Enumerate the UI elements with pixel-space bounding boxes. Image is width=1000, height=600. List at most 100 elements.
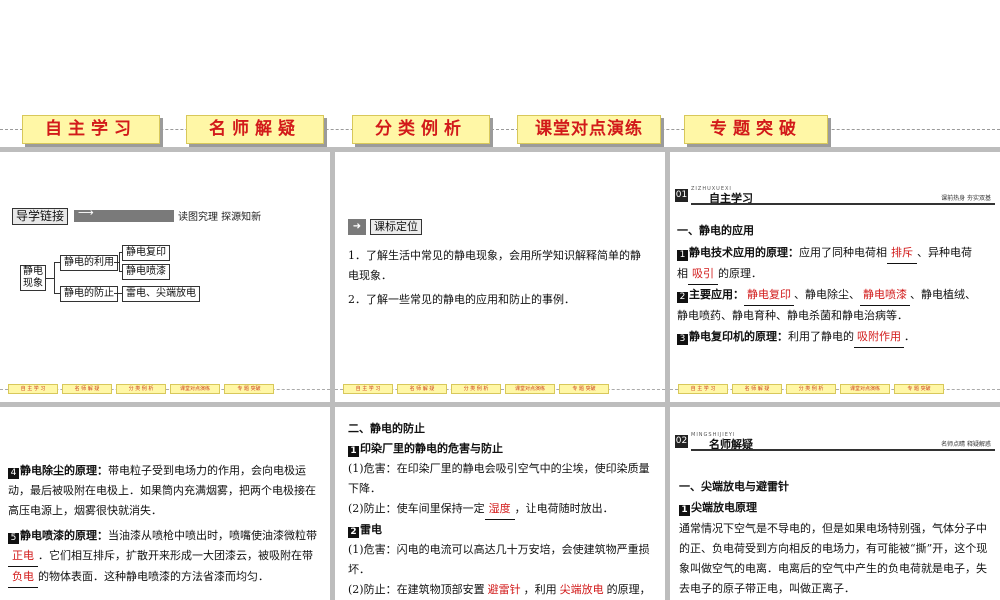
- paragraph-copier: 3 静电复印机的原理：利用了静电的 吸附作用．: [677, 327, 992, 348]
- section-heading: 二、静电的防止: [348, 422, 425, 435]
- tab-class-practice[interactable]: 课堂对点演练: [517, 115, 661, 144]
- paragraph-ionization: 通常情况下空气是不导电的，但是如果电场特别强，气体分子中的正、负电荷受到方向相反…: [679, 522, 988, 595]
- paragraph-printing-prevent: (2)防止：使车间里保持一定 湿度 ，让电荷随时放出．: [348, 499, 654, 520]
- paragraph-principle: 1 静电技术应用的原理：应用了同种电荷相 排斥 、异种电荷相吸引 的原理．: [677, 243, 992, 285]
- section-subtitle: 名师点睛 释疑解惑: [941, 441, 991, 448]
- mini-tab[interactable]: 自 主 学 习: [343, 384, 393, 394]
- answer-blank: 负电: [8, 567, 38, 588]
- mini-nav: 自 主 学 习 名 师 解 疑 分 类 例 析 课堂对点演练 专 题 突破: [0, 384, 330, 396]
- text: 应用了同种电荷相: [799, 246, 887, 259]
- paragraph-applications: 2 主要应用： 静电复印 、静电除尘、 静电喷漆 、静电植绒、 静电喷药、静电育种、静电杀菌…: [677, 285, 992, 326]
- mini-tab[interactable]: 自 主 学 习: [678, 384, 728, 394]
- section-heading: 一、静电的应用: [677, 224, 754, 237]
- objective-1: 1．了解生活中常见的静电现象，会用所学知识解释简单的静电现象．: [348, 249, 641, 282]
- mini-nav: 自 主 学 习 名 师 解 疑 分 类 例 析 课堂对点演练 专 题 突破: [335, 384, 665, 396]
- paragraph-lightning-prevent: (2)防止：在建筑物顶部安置 避雷针 ，利用 尖端放电 的原理，: [348, 580, 660, 600]
- text: ．它们相互排斥，扩散开来形成一大团漆云，被吸附在带: [38, 549, 313, 562]
- label: 静电除尘的原理：: [20, 464, 108, 477]
- answer-blank: 尖端放电: [557, 580, 607, 600]
- mini-tab[interactable]: 分 类 例 析: [451, 384, 501, 394]
- paragraph-spray-paint: 5 静电喷漆的原理：当油漆从喷枪中喷出时，喷嘴使油漆微粒带正电 ．它们相互排斥，扩散…: [8, 526, 326, 588]
- tab-examples[interactable]: 分类例析: [352, 115, 490, 144]
- text: 的原理．: [718, 267, 762, 280]
- number-2-icon: 2: [348, 527, 359, 538]
- mindmap-connector: [46, 278, 54, 279]
- paragraph-dust-removal: 4 静电除尘的原理：带电粒子受到电场力的作用，会向电极运动，最后被吸附在电极上．如…: [8, 461, 326, 521]
- text: 、静电植绒、: [910, 288, 976, 301]
- mini-tab[interactable]: 专 题 突破: [894, 384, 944, 394]
- section-rule: [691, 203, 995, 205]
- mini-tab[interactable]: 课堂对点演练: [840, 384, 890, 394]
- tab-teacher-explain[interactable]: 名师解疑: [186, 115, 324, 144]
- guide-tagline: 读图究理 探源知新: [178, 212, 262, 223]
- arrow-right-icon: ⟶: [78, 206, 94, 219]
- answer-blank: 正电: [8, 546, 38, 567]
- answer-blank: 排斥: [887, 243, 917, 264]
- mini-tab[interactable]: 课堂对点演练: [505, 384, 555, 394]
- mindmap-branch-prevent: 静电的防止: [60, 286, 118, 302]
- subheading-printing: 1 印染厂里的静电的危害与防止: [348, 439, 503, 459]
- mini-tab[interactable]: 自 主 学 习: [8, 384, 58, 394]
- label: 主要应用：: [689, 288, 744, 301]
- mindmap-root: 静电 现象: [20, 265, 46, 291]
- mindmap-connector: [54, 262, 55, 293]
- mini-tab[interactable]: 名 师 解 疑: [732, 384, 782, 394]
- mindmap-branch-use: 静电的利用: [60, 255, 118, 271]
- objective-2: 2．了解一些常见的静电的应用和防止的事例．: [348, 293, 575, 306]
- tab-self-study[interactable]: 自主学习: [22, 115, 160, 144]
- text: (2)防止：使车间里保持一定: [348, 502, 485, 515]
- text: 的物体表面．这种静电喷漆的方法省漆而均匀．: [38, 570, 269, 583]
- curriculum-label: 课标定位: [370, 219, 422, 235]
- section-number: 01: [675, 189, 688, 202]
- guide-link-badge: 导学链接: [12, 208, 68, 225]
- subheading-lightning: 2 雷电: [348, 520, 382, 540]
- label: 静电喷漆的原理：: [20, 529, 108, 542]
- text: 、静电除尘、: [794, 288, 860, 301]
- mini-tab[interactable]: 分 类 例 析: [786, 384, 836, 394]
- text: (2)防止：在建筑物顶部安置: [348, 583, 485, 596]
- section-heading: 一、尖端放电与避雷针: [679, 480, 789, 493]
- mini-tab[interactable]: 分 类 例 析: [116, 384, 166, 394]
- answer-blank: 静电喷漆: [860, 285, 910, 306]
- mini-tab[interactable]: 名 师 解 疑: [397, 384, 447, 394]
- paragraph-printing-harm: (1)危害：在印染厂里的静电会吸引空气中的尘埃，使印染质量下降．: [348, 462, 650, 495]
- section-rule: [691, 449, 995, 451]
- section-number: 02: [675, 435, 688, 448]
- answer-blank: 湿度: [484, 499, 515, 520]
- mini-tab[interactable]: 课堂对点演练: [170, 384, 220, 394]
- mindmap-connector: [119, 252, 120, 271]
- label: 静电技术应用的原理：: [689, 246, 799, 259]
- text: 的原理，: [606, 583, 651, 596]
- mini-tab[interactable]: 专 题 突破: [224, 384, 274, 394]
- section-header-self-study: 01 ZIZHUXUEXI 自主学习 课前热身 夯实双基: [675, 186, 995, 205]
- text: 相: [677, 267, 688, 280]
- text: 雷电: [360, 523, 382, 536]
- text: ，利用: [523, 583, 557, 596]
- answer-blank: 静电复印: [744, 285, 794, 306]
- answer-blank: 吸附作用: [854, 327, 904, 348]
- number-1-icon: 1: [348, 446, 359, 457]
- tab-topic-breakthrough[interactable]: 专题突破: [684, 115, 828, 144]
- text: 利用了静电的: [788, 330, 854, 343]
- paragraph-lightning-harm: (1)危害：闪电的电流可以高达几十万安培，会使建筑物严重损坏．: [348, 543, 650, 576]
- number-1-icon: 1: [677, 250, 688, 261]
- mindmap-leaf-spray: 静电喷漆: [122, 264, 170, 280]
- text: ，让电荷随时放出．: [514, 502, 614, 515]
- subheading-point-discharge: 1 尖端放电原理: [679, 498, 757, 518]
- mini-nav: 自 主 学 习 名 师 解 疑 分 类 例 析 课堂对点演练 专 题 突破: [670, 384, 1000, 396]
- mindmap-leaf-lightning: 雷电、尖端放电: [122, 286, 200, 302]
- mini-tab[interactable]: 专 题 突破: [559, 384, 609, 394]
- mindmap-leaf-copy: 静电复印: [122, 245, 170, 261]
- section-subtitle: 课前热身 夯实双基: [941, 195, 991, 202]
- section-header-teacher: 02 MINGSHIJIEYI 名师解疑 名师点睛 释疑解惑: [675, 432, 995, 451]
- text: ．: [904, 330, 915, 343]
- text: 尖端放电原理: [691, 501, 757, 514]
- top-navigation: 自主学习 名师解疑 分类例析 课堂对点演练 专题突破: [0, 110, 1000, 146]
- answer-blank: 避雷针: [485, 580, 524, 600]
- number-2-icon: 2: [677, 292, 688, 303]
- text: 印染厂里的静电的危害与防止: [360, 442, 503, 455]
- number-5-icon: 5: [8, 533, 19, 544]
- number-4-icon: 4: [8, 468, 19, 479]
- mini-tab[interactable]: 名 师 解 疑: [62, 384, 112, 394]
- text: 当油漆从喷枪中喷出时，喷嘴使油漆微粒带: [108, 529, 317, 542]
